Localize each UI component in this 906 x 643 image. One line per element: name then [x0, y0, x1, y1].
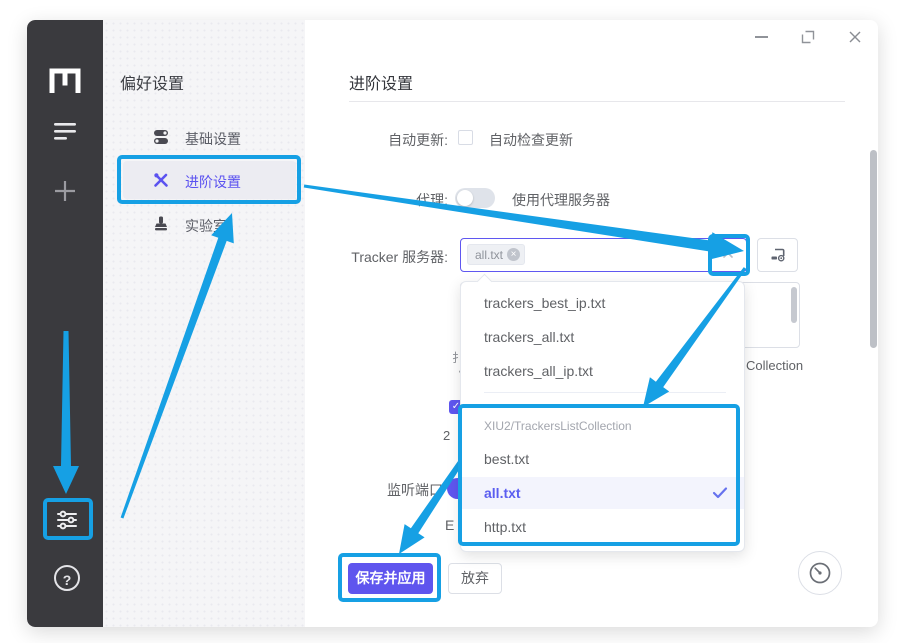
hint-fragment-4: E	[445, 517, 454, 533]
menu-item-lab[interactable]: 实验室	[185, 216, 227, 236]
task-list-icon[interactable]	[54, 123, 78, 146]
auto-update-checkbox[interactable]	[458, 130, 473, 145]
close-button[interactable]	[847, 29, 863, 45]
preferences-panel	[103, 20, 305, 627]
tag-close-icon[interactable]: ×	[507, 248, 520, 261]
dropdown-option[interactable]: trackers_all.txt	[461, 320, 744, 354]
auto-update-checkbox-label[interactable]: 自动检查更新	[489, 130, 573, 150]
window-scrollbar[interactable]	[870, 150, 877, 348]
highlight-box-dropdown-group	[458, 404, 740, 546]
close-icon	[847, 29, 863, 45]
sync-trackers-button[interactable]	[757, 238, 798, 272]
speed-limit-button[interactable]	[798, 551, 842, 595]
preferences-title: 偏好设置	[120, 70, 184, 94]
gauge-icon	[807, 560, 833, 586]
textarea-scrollbar[interactable]	[791, 287, 797, 323]
lab-icon	[152, 215, 170, 238]
tracker-tag-label: all.txt	[475, 248, 503, 262]
tracker-server-label: Tracker 服务器:	[288, 247, 448, 267]
highlight-box-advanced-menu	[117, 155, 301, 204]
basic-settings-icon	[152, 128, 170, 151]
highlight-box-prefs-icon	[43, 498, 93, 540]
maximize-icon	[800, 29, 816, 45]
proxy-toggle[interactable]	[455, 188, 495, 208]
highlight-box-save-button	[338, 553, 441, 602]
discard-button[interactable]: 放弃	[448, 563, 502, 594]
title-divider	[349, 101, 845, 102]
proxy-toggle-label[interactable]: 使用代理服务器	[512, 190, 610, 210]
motrix-logo	[48, 67, 82, 98]
highlight-box-chevron	[708, 234, 750, 276]
help-icon[interactable]: ?	[54, 565, 80, 591]
toggle-knob	[457, 190, 473, 206]
proxy-label: 代理:	[288, 190, 448, 210]
menu-item-basic-settings[interactable]: 基础设置	[185, 129, 241, 149]
hint-fragment-3: 2	[443, 428, 450, 443]
maximize-button[interactable]	[800, 29, 816, 45]
tracker-tag: all.txt ×	[467, 244, 525, 265]
sync-icon	[769, 246, 787, 264]
dropdown-option[interactable]: trackers_best_ip.txt	[461, 286, 744, 320]
collection-text-fragment: Collection	[746, 358, 803, 373]
auto-update-label: 自动更新:	[288, 130, 448, 150]
page-title: 进阶设置	[349, 70, 413, 94]
dropdown-option[interactable]: trackers_all_ip.txt	[461, 354, 744, 388]
dropdown-divider	[484, 392, 726, 393]
app-window: ? 偏好设置 基础设置 进阶设置 实验室 进阶设置 自动更新: 自动检查更新 代…	[27, 20, 878, 627]
listen-port-label: 监听端口	[283, 480, 443, 500]
add-task-icon[interactable]	[52, 178, 78, 209]
minimize-button[interactable]	[755, 36, 768, 38]
